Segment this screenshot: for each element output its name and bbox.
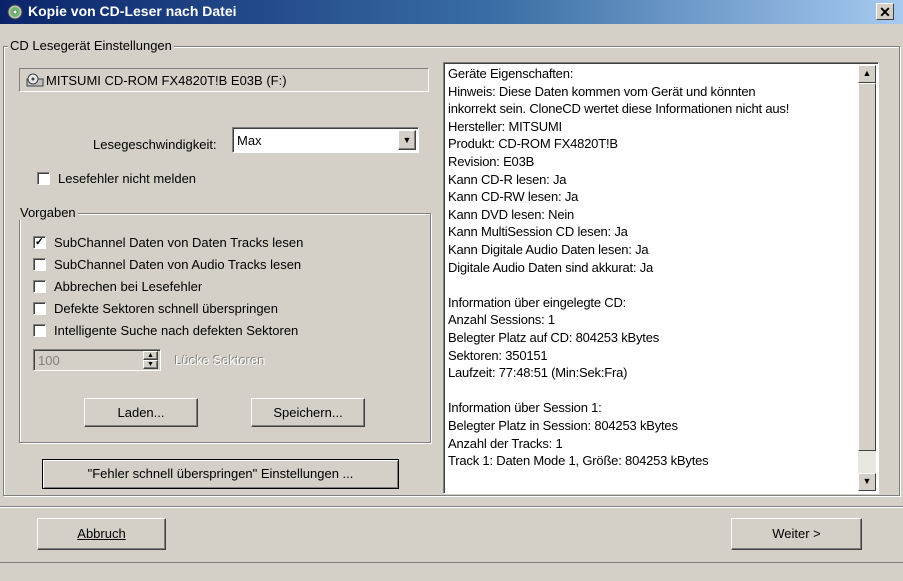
chevron-down-icon: ▼: [402, 135, 412, 145]
status-bar: [0, 562, 903, 581]
info-line: Kann CD-R lesen: Ja: [448, 171, 567, 187]
preset-label: Defekte Sektoren schnell überspringen: [54, 301, 279, 316]
close-icon: ✕: [879, 4, 891, 20]
preset-checkbox[interactable]: ✓: [33, 236, 46, 249]
spin-up-icon: ▲: [147, 352, 154, 359]
info-line: Anzahl Sessions: 1: [448, 312, 555, 328]
cd-drive-icon: [26, 73, 44, 87]
skip-settings-button[interactable]: "Fehler schnell überspringen" Einstellun…: [42, 459, 399, 489]
scroll-down-icon: ▼: [862, 476, 872, 486]
info-line: Laufzeit: 77:48:51 (Min:Sek:Fra): [448, 365, 628, 381]
presets-legend: Vorgaben: [18, 205, 78, 220]
save-button[interactable]: Speichern...: [251, 398, 365, 427]
cd-app-icon: [7, 4, 23, 20]
preset-checkbox[interactable]: [33, 280, 46, 293]
preset-checkbox[interactable]: [33, 324, 46, 337]
next-button-label: Weiter >: [772, 526, 821, 541]
info-line: Geräte Eigenschaften:: [448, 66, 574, 81]
speed-select[interactable]: Max ▼: [232, 127, 419, 153]
skip-settings-label: "Fehler schnell überspringen" Einstellun…: [87, 466, 354, 481]
gap-spinner[interactable]: 100 ▲ ▼: [33, 349, 161, 371]
info-line: Kann CD-RW lesen: Ja: [448, 189, 579, 205]
info-line: inkorrekt sein. CloneCD wertet diese Inf…: [448, 101, 790, 117]
drive-field[interactable]: MITSUMI CD-ROM FX4820T!B E03B (F:): [19, 68, 429, 92]
info-line: Kann DVD lesen: Nein: [448, 206, 575, 222]
save-button-label: Speichern...: [273, 405, 343, 420]
info-line: Sektoren: 350151: [448, 347, 548, 363]
scroll-up-icon: ▲: [862, 68, 872, 78]
gap-label: Lücke Sektoren: [175, 353, 266, 368]
info-line: Track 1: Daten Mode 1, Größe: 804253 kBy…: [448, 453, 709, 469]
cancel-button-label: Abbruch: [77, 526, 126, 541]
device-info-box[interactable]: Geräte Eigenschaften: Hinweis: Diese Date…: [443, 62, 879, 494]
info-line: Information über eingelegte CD:: [448, 294, 627, 310]
info-line: Hersteller: MITSUMI: [448, 118, 562, 134]
preset-checkbox[interactable]: [33, 302, 46, 315]
info-line: Kann MultiSession CD lesen: Ja: [448, 224, 628, 240]
footer-separator: [0, 506, 903, 508]
info-line: Belegter Platz auf CD: 804253 kBytes: [448, 330, 660, 345]
spin-up-button[interactable]: ▲: [143, 351, 158, 360]
info-line: Belegter Platz in Session: 804253 kBytes: [448, 418, 678, 433]
drive-name: MITSUMI CD-ROM FX4820T!B E03B (F:): [46, 73, 287, 88]
speed-value: Max: [237, 133, 262, 148]
window-title: Kopie von CD-Leser nach Datei: [28, 3, 237, 19]
spin-down-icon: ▼: [147, 361, 154, 368]
preset-label: Intelligente Suche nach defekten Sektore…: [54, 323, 299, 338]
cancel-button[interactable]: Abbruch: [37, 518, 166, 550]
scroll-down-button[interactable]: ▼: [858, 473, 876, 491]
scroll-thumb[interactable]: [858, 83, 876, 451]
info-line: Information über Session 1:: [448, 400, 602, 416]
preset-label: SubChannel Daten von Audio Tracks lesen: [54, 257, 302, 272]
load-button[interactable]: Laden...: [84, 398, 198, 427]
preset-checkbox[interactable]: [33, 258, 46, 271]
next-button[interactable]: Weiter >: [731, 518, 862, 550]
preset-label: SubChannel Daten von Daten Tracks lesen: [54, 235, 304, 250]
speed-label: Lesegeschwindigkeit:: [93, 137, 217, 152]
load-button-label: Laden...: [117, 405, 165, 420]
info-line: Produkt: CD-ROM FX4820T!B: [448, 136, 618, 152]
suppress-errors-label: Lesefehler nicht melden: [58, 171, 197, 186]
info-line: Revision: E03B: [448, 154, 535, 169]
scrollbar[interactable]: ▲ ▼: [858, 65, 876, 491]
suppress-errors-checkbox[interactable]: [37, 172, 50, 185]
preset-label: Abbrechen bei Lesefehler: [54, 279, 203, 294]
info-line: Kann Digitale Audio Daten lesen: Ja: [448, 242, 649, 257]
close-button[interactable]: ✕: [876, 3, 894, 20]
info-line: Digitale Audio Daten sind akkurat: Ja: [448, 259, 654, 275]
reader-settings-legend: CD Lesegerät Einstellungen: [8, 38, 174, 53]
info-line: Hinweis: Diese Daten kommen vom Gerät un…: [448, 83, 756, 99]
scroll-up-button[interactable]: ▲: [858, 65, 876, 83]
spin-down-button[interactable]: ▼: [143, 360, 158, 369]
gap-value: 100: [38, 353, 60, 368]
info-line: Anzahl der Tracks: 1: [448, 435, 563, 451]
speed-dropdown-button[interactable]: ▼: [398, 130, 416, 150]
